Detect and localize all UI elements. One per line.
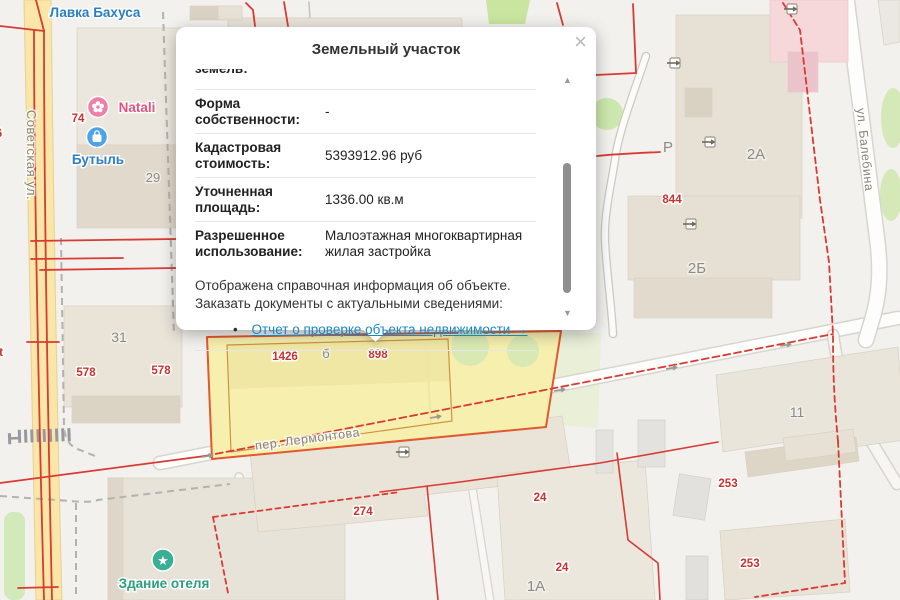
map-app: ★ Советская ул.пер. Лермонтоваул. Балеби… bbox=[0, 0, 900, 600]
svg-text:★: ★ bbox=[157, 553, 169, 568]
list-bullet: • bbox=[233, 322, 238, 337]
popup-scrollbar[interactable]: ▲ ▼ bbox=[562, 75, 573, 318]
cadastral-number-label: 253 bbox=[740, 558, 759, 570]
poi-natali[interactable]: Natali bbox=[119, 100, 156, 115]
sovetskaya-road bbox=[24, 0, 62, 600]
cadastral-number-label: 24 bbox=[534, 492, 547, 504]
cadastral-number-label: 24 bbox=[556, 562, 569, 574]
scroll-thumb[interactable] bbox=[563, 163, 571, 293]
table-row: Форма собственности:- bbox=[195, 89, 536, 133]
building-label: 1А bbox=[527, 578, 545, 595]
attr-value bbox=[315, 69, 536, 89]
attr-label: Уточненная площадь: bbox=[195, 177, 315, 221]
building-label: б bbox=[322, 346, 329, 361]
building-label: 11 bbox=[790, 404, 805, 420]
poi-butyl[interactable]: Бутыль bbox=[72, 152, 124, 167]
building-label: 31 bbox=[111, 329, 127, 345]
cadastral-number-label: 844 bbox=[662, 194, 682, 206]
cadastral-number-label: t bbox=[0, 347, 3, 359]
attr-label: Форма собственности: bbox=[195, 89, 315, 133]
sovetskaya-street-label: Советская ул. bbox=[24, 110, 39, 200]
tree bbox=[507, 335, 539, 367]
attr-value: 5393912.96 руб bbox=[315, 133, 536, 177]
attr-label: Кадастровая стоимость: bbox=[195, 133, 315, 177]
cadastral-number-label: 253 bbox=[718, 478, 737, 490]
butyl-shopping-bag-icon[interactable] bbox=[87, 127, 108, 148]
building-label: 2А bbox=[747, 146, 765, 163]
entrance-arrow-icon bbox=[667, 58, 681, 68]
cadastral-number-label: 6 bbox=[0, 128, 2, 140]
popup-title: Земельный участок bbox=[176, 27, 596, 58]
cadastral-number-label: 578 bbox=[76, 367, 96, 379]
attr-value: 1336.00 кв.м bbox=[315, 177, 536, 221]
balebina-street-label: ул. Балебина bbox=[854, 107, 877, 191]
table-row: Разрешенное использование:Малоэтажная мн… bbox=[195, 221, 536, 266]
attr-label: земель: bbox=[195, 69, 315, 89]
note-line2: Заказать документы с актуальными сведени… bbox=[195, 295, 536, 313]
building-label: 29 bbox=[146, 170, 160, 185]
poi-hotel[interactable]: Здание отеля bbox=[119, 576, 210, 591]
report-link-row: • Отчет о проверке объекта недвижимости … bbox=[233, 322, 536, 337]
scroll-up-icon[interactable]: ▲ bbox=[562, 75, 573, 85]
poi-lavka-bahusa[interactable]: Лавка Бахуса bbox=[50, 5, 141, 20]
cadastral-number-label: 74 bbox=[72, 113, 85, 125]
table-row: Уточненная площадь:1336.00 кв.м bbox=[195, 177, 536, 221]
attr-label: Разрешенное использование: bbox=[195, 221, 315, 266]
note-line1: Отображена справочная информация об объе… bbox=[195, 277, 536, 295]
report-link[interactable]: Отчет о проверке объекта недвижимости → bbox=[252, 322, 528, 337]
close-icon[interactable]: × bbox=[574, 31, 587, 53]
natali-flower-icon[interactable] bbox=[88, 97, 109, 118]
bottom-divider bbox=[195, 350, 536, 351]
attr-value: - bbox=[315, 89, 536, 133]
attribute-table: земель:Форма собственности:-Кадастровая … bbox=[195, 69, 536, 266]
scroll-down-icon[interactable]: ▼ bbox=[562, 308, 573, 318]
popup-body: земель:Форма собственности:-Кадастровая … bbox=[195, 69, 536, 320]
table-row: Кадастровая стоимость:5393912.96 руб bbox=[195, 133, 536, 177]
cadastral-number-label: 578 bbox=[151, 365, 171, 377]
parcel-info-popup: × Земельный участок земель:Форма собстве… bbox=[176, 27, 596, 330]
attr-value: Малоэтажная многоквартирная жилая застро… bbox=[315, 221, 536, 266]
hotel-star-icon[interactable]: ★ bbox=[152, 549, 174, 571]
popup-note: Отображена справочная информация об объе… bbox=[195, 277, 536, 313]
building-label: Р bbox=[663, 139, 673, 156]
cadastral-number-label: 1426 bbox=[272, 351, 298, 363]
table-row: земель: bbox=[195, 69, 536, 89]
building-label: 2Б bbox=[688, 260, 706, 277]
cadastral-number-label: 274 bbox=[353, 506, 373, 518]
